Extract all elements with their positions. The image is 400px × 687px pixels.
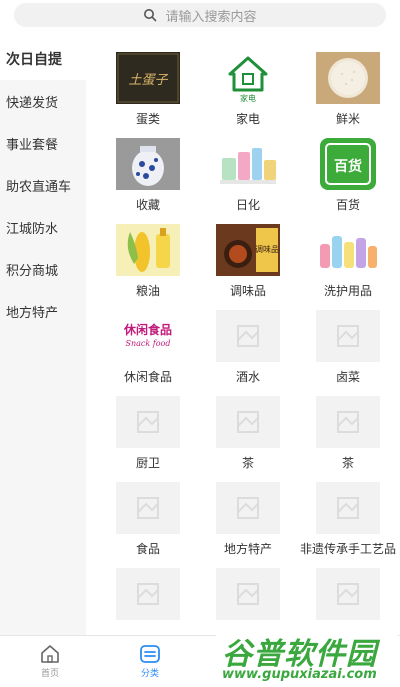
category-label: 酒水 [235, 370, 260, 384]
category-label: 鲜米 [335, 112, 360, 126]
snack-food-logo: 休闲食品 Snack food [116, 310, 180, 362]
category-sidebar: 次日自提 快递发货 事业套餐 助农直通车 江城防水 积分商城 地方特产 [0, 38, 86, 636]
sidebar-item-label: 积分商城 [6, 263, 59, 279]
category-label: 茶 [241, 456, 254, 470]
sidebar-item-express-delivery[interactable]: 快递发货 [0, 80, 86, 122]
sidebar-item-local-specialties[interactable]: 地方特产 [0, 290, 86, 332]
sidebar-item-waterproofing[interactable]: 江城防水 [0, 206, 86, 248]
search-icon [144, 9, 157, 22]
category-item[interactable]: 土蛋子 蛋类 [98, 52, 198, 138]
placeholder-image [316, 482, 380, 534]
category-label: 百货 [335, 198, 360, 212]
category-label: 卤菜 [335, 370, 360, 384]
watermark-url: www.gupuxiazai.com [222, 667, 377, 682]
general-goods-logo: 百货 [316, 138, 380, 190]
sidebar-item-label: 快递发货 [6, 95, 59, 111]
cosmetics-image [216, 138, 280, 190]
placeholder-image [216, 310, 280, 362]
egg-brand-image: 土蛋子 [116, 52, 180, 104]
category-item[interactable]: 休闲食品 Snack food 休闲食品 [98, 310, 198, 396]
category-label: 洗护用品 [323, 284, 372, 298]
sidebar-item-next-day-pickup[interactable]: 次日自提 [0, 38, 86, 80]
placeholder-image [116, 396, 180, 448]
tab-home[interactable]: 首页 [0, 636, 100, 687]
category-item[interactable]: 非遗传承手工艺品 [298, 482, 398, 568]
toiletries-image [316, 224, 380, 276]
category-item[interactable]: 茶 [298, 396, 398, 482]
category-item[interactable]: 鲜米 [298, 52, 398, 138]
category-item[interactable]: 调味品 调味品 [198, 224, 298, 310]
category-label: 地方特产 [223, 542, 272, 556]
category-item[interactable]: 粮油 [98, 224, 198, 310]
general-goods-text: 百货 [334, 158, 362, 175]
egg-brand-text: 土蛋子 [128, 73, 168, 88]
category-item[interactable]: 卤菜 [298, 310, 398, 396]
corn-oil-image [116, 224, 180, 276]
search-input[interactable]: 请输入搜索内容 [14, 3, 386, 27]
category-item[interactable]: 酒水 [198, 310, 298, 396]
appliance-logo-text: 家电 [240, 93, 256, 103]
search-placeholder: 请输入搜索内容 [165, 9, 257, 25]
sidebar-item-label: 地方特产 [6, 305, 59, 321]
sidebar-item-points-mall[interactable]: 积分商城 [0, 248, 86, 290]
category-label: 调味品 [229, 284, 266, 298]
category-icon [140, 645, 160, 663]
category-item[interactable]: 日化 [198, 138, 298, 224]
category-item[interactable]: 洗护用品 [298, 224, 398, 310]
seasoning-text: 调味品 [255, 244, 279, 254]
sidebar-item-business-package[interactable]: 事业套餐 [0, 122, 86, 164]
category-item[interactable]: 百货 百货 [298, 138, 398, 224]
tab-category[interactable]: 分类 [100, 636, 200, 687]
search-bar: 请输入搜索内容 [0, 0, 400, 30]
seasoning-image: 调味品 [216, 224, 280, 276]
sidebar-item-label: 事业套餐 [6, 137, 59, 153]
placeholder-image [216, 568, 280, 620]
category-item[interactable]: 地方特产 [198, 482, 298, 568]
category-label: 粮油 [135, 284, 160, 298]
sidebar-item-farm-direct[interactable]: 助农直通车 [0, 164, 86, 206]
category-label: 非遗传承手工艺品 [299, 542, 396, 556]
rice-image [316, 52, 380, 104]
placeholder-image [216, 482, 280, 534]
category-label: 蛋类 [135, 112, 160, 126]
placeholder-image [316, 568, 380, 620]
category-label: 茶 [341, 456, 354, 470]
category-item[interactable]: 家电 家电 [198, 52, 298, 138]
category-label: 厨卫 [135, 456, 160, 470]
placeholder-image [316, 310, 380, 362]
watermark: 谷普软件园 www.gupuxiazai.com [216, 629, 398, 685]
category-label: 家电 [235, 112, 260, 126]
category-item[interactable]: 厨卫 [98, 396, 198, 482]
snack-text: 休闲食品 [123, 322, 172, 337]
snack-en-text: Snack food [126, 339, 171, 348]
category-label: 收藏 [135, 198, 160, 212]
category-item[interactable]: 收藏 [98, 138, 198, 224]
placeholder-image [216, 396, 280, 448]
placeholder-image [116, 482, 180, 534]
appliance-house-icon: 家电 [216, 52, 280, 104]
sidebar-item-label: 次日自提 [6, 52, 62, 68]
porcelain-vase-image [116, 138, 180, 190]
category-label: 日化 [235, 198, 260, 212]
category-item[interactable]: 茶 [198, 396, 298, 482]
category-label: 休闲食品 [123, 370, 172, 384]
category-grid: 土蛋子 蛋类 家电 家电 鲜米 收藏 日化 百货 百货 粮油 调味品 调味品 洗… [98, 52, 398, 654]
category-item[interactable]: 食品 [98, 482, 198, 568]
tab-label: 分类 [140, 669, 159, 679]
sidebar-item-label: 江城防水 [6, 221, 59, 237]
tab-label: 首页 [40, 669, 59, 679]
placeholder-image [316, 396, 380, 448]
sidebar-item-label: 助农直通车 [6, 179, 72, 195]
category-label: 食品 [135, 542, 160, 556]
placeholder-image [116, 568, 180, 620]
home-icon [41, 645, 59, 663]
